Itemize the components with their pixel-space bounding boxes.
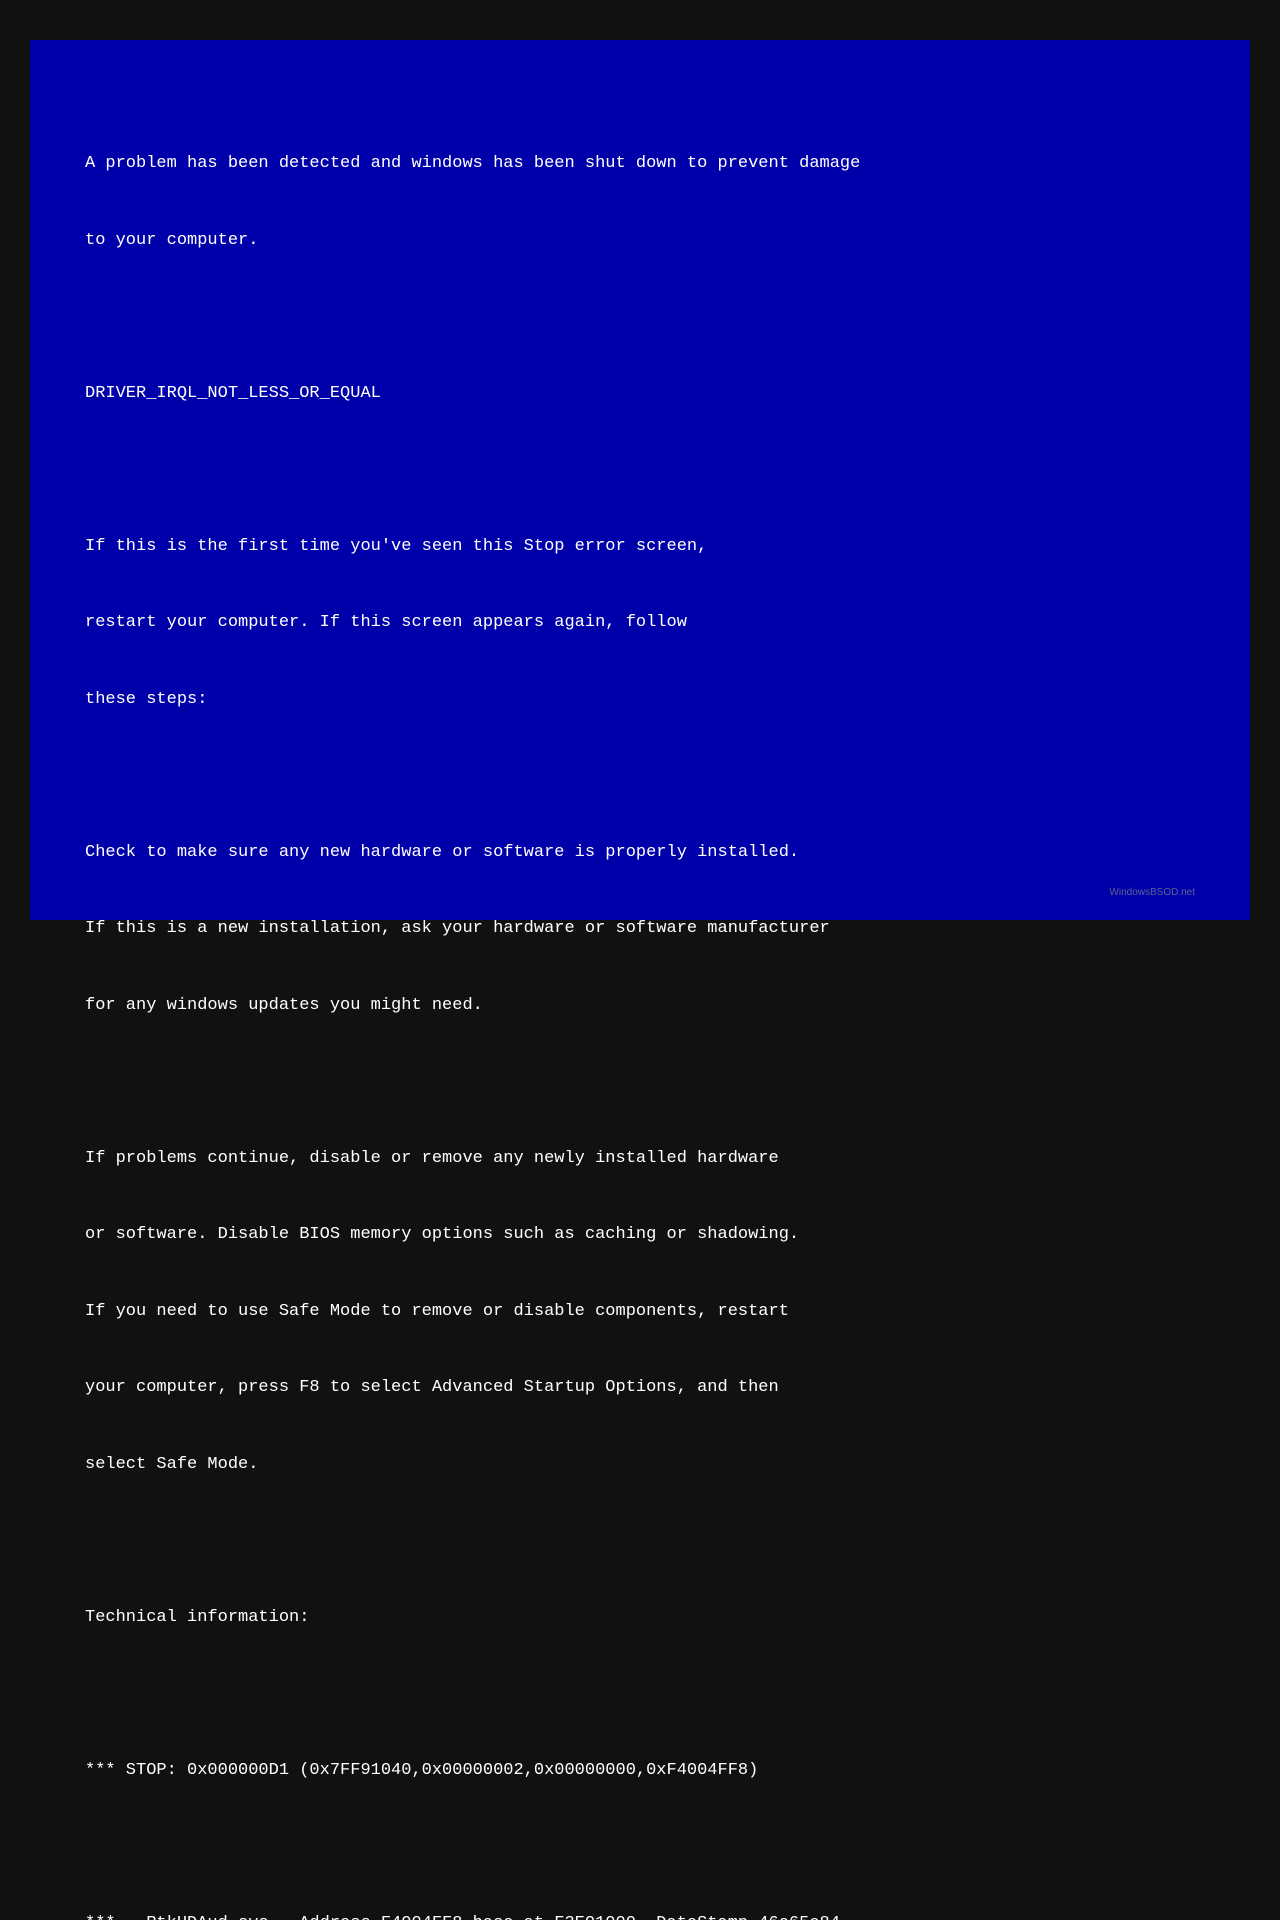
spacer5 xyxy=(85,1528,1195,1554)
spacer4 xyxy=(85,1069,1195,1095)
line9: If problems continue, disable or remove … xyxy=(85,1146,1195,1172)
tech-header: Technical information: xyxy=(85,1605,1195,1631)
line6: Check to make sure any new hardware or s… xyxy=(85,840,1195,866)
line5: these steps: xyxy=(85,687,1195,713)
watermark: WindowsBSOD.net xyxy=(1109,887,1195,898)
spacer7 xyxy=(85,1834,1195,1860)
line12: your computer, press F8 to select Advanc… xyxy=(85,1375,1195,1401)
line11: If you need to use Safe Mode to remove o… xyxy=(85,1299,1195,1325)
error-code: DRIVER_IRQL_NOT_LESS_OR_EQUAL xyxy=(85,381,1195,407)
line13: select Safe Mode. xyxy=(85,1452,1195,1478)
bsod-content: A problem has been detected and windows … xyxy=(85,100,1195,840)
line8: for any windows updates you might need. xyxy=(85,993,1195,1019)
driver-line: *** RtkHDAud.sys - Address F4004FF8 base… xyxy=(85,1911,1195,1920)
spacer3 xyxy=(85,763,1195,789)
watermark-text: WindowsBSOD.net xyxy=(1109,887,1195,898)
spacer6 xyxy=(85,1681,1195,1707)
stop-line: *** STOP: 0x000000D1 (0x7FF91040,0x00000… xyxy=(85,1758,1195,1784)
bsod-screen: A problem has been detected and windows … xyxy=(30,40,1250,920)
spacer2 xyxy=(85,457,1195,483)
line1: A problem has been detected and windows … xyxy=(85,151,1195,177)
line7: If this is a new installation, ask your … xyxy=(85,916,1195,942)
line2: to your computer. xyxy=(85,228,1195,254)
spacer1 xyxy=(85,304,1195,330)
line3: If this is the first time you've seen th… xyxy=(85,534,1195,560)
line10: or software. Disable BIOS memory options… xyxy=(85,1222,1195,1248)
line4: restart your computer. If this screen ap… xyxy=(85,610,1195,636)
